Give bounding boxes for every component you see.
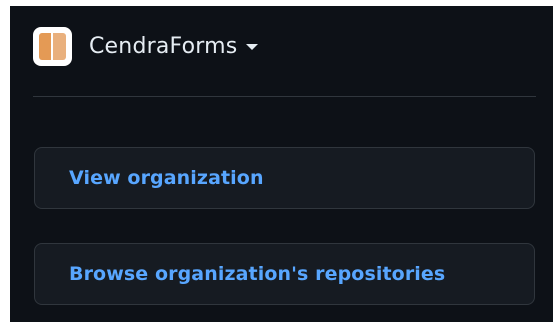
- org-name: CendraForms: [89, 33, 238, 59]
- browse-repositories-label: Browse organization's repositories: [69, 263, 446, 285]
- org-switcher-button[interactable]: CendraForms: [33, 26, 259, 66]
- org-avatar-right-block: [53, 32, 66, 60]
- org-avatar-left-block: [39, 32, 51, 60]
- org-avatar-icon: [33, 26, 72, 66]
- divider: [33, 96, 536, 97]
- org-context-panel: CendraForms View organization Browse org…: [10, 6, 553, 322]
- caret-down-icon: [246, 44, 259, 50]
- view-organization-button[interactable]: View organization: [34, 147, 535, 209]
- browse-repositories-button[interactable]: Browse organization's repositories: [34, 243, 535, 305]
- view-organization-label: View organization: [69, 167, 264, 189]
